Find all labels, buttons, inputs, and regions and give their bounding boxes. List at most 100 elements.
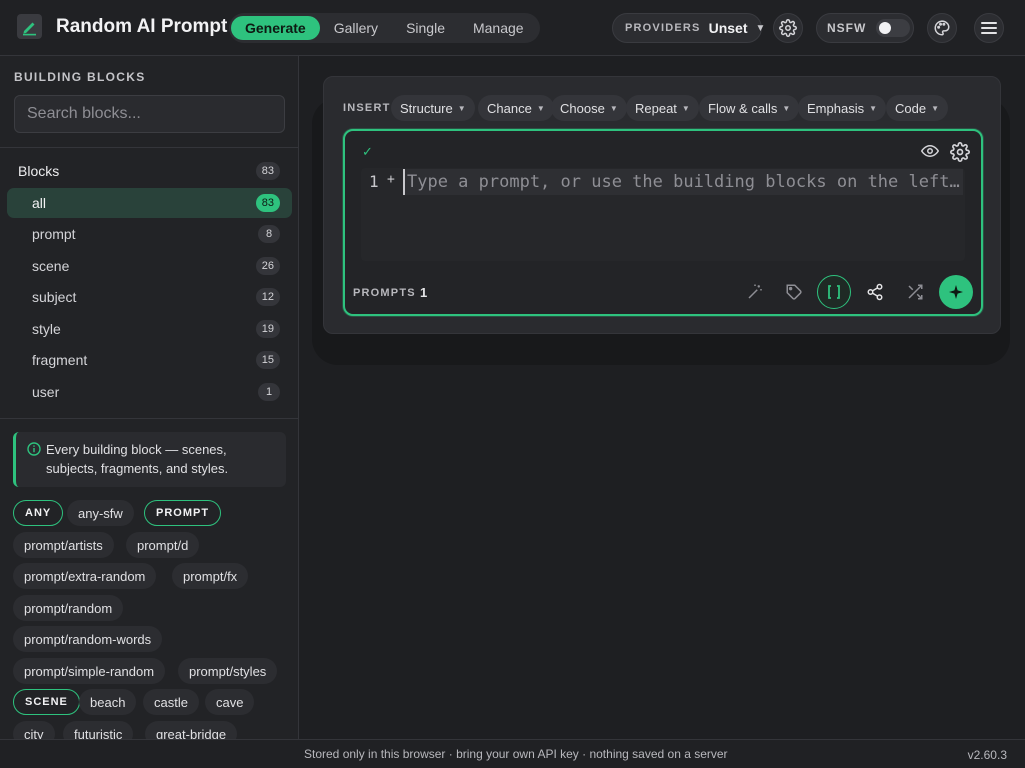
valid-check-icon: ✓ (362, 144, 373, 159)
menu-label: Choose (560, 100, 605, 116)
block-item-subject[interactable]: subject 12 (7, 282, 292, 312)
tag-chip[interactable]: prompt/artists (13, 532, 114, 558)
block-item-user[interactable]: user 1 (7, 377, 292, 407)
share-button[interactable] (858, 275, 892, 309)
tag-chip[interactable]: prompt/random-words (13, 626, 163, 652)
block-label: subject (32, 289, 77, 305)
brackets-button[interactable] (817, 275, 851, 309)
code-area[interactable]: 1 + Type a prompt, or use the building b… (361, 168, 965, 261)
tag-chip[interactable]: futuristic (63, 721, 134, 739)
tag-chip[interactable]: prompt/styles (178, 658, 278, 684)
prompt-builder-card: INSERT Structure ▼ Chance ▼ Choose ▼ Repeat… (323, 76, 1001, 334)
block-label: scene (32, 258, 70, 274)
gear-icon (779, 19, 797, 37)
block-item-all[interactable]: all 83 (7, 188, 292, 218)
tag-button[interactable] (777, 275, 811, 309)
block-count: 12 (255, 288, 280, 306)
prompt-input-line[interactable]: Type a prompt, or use the building block… (403, 169, 963, 195)
nsfw-switch[interactable] (876, 19, 911, 37)
tag-chip[interactable]: beach (79, 689, 137, 715)
chevron-down-icon: ▼ (609, 103, 618, 113)
block-count: 19 (255, 320, 280, 338)
tag-chip[interactable]: city (13, 721, 55, 739)
nsfw-toggle[interactable]: NSFW (816, 13, 914, 43)
insert-repeat-menu[interactable]: Repeat ▼ (626, 95, 699, 121)
block-label: all (32, 195, 47, 211)
info-callout: Every building block — scenes, subjects,… (13, 432, 286, 487)
version-label: v2.60.3 (967, 748, 1007, 762)
generate-button[interactable] (939, 275, 973, 309)
sparkle-icon (949, 285, 963, 299)
eye-icon[interactable] (921, 142, 939, 160)
tag-chip[interactable]: great-bridge (145, 721, 238, 739)
tag-icon (786, 284, 802, 300)
theme-button[interactable] (927, 13, 957, 43)
providers-dropdown[interactable]: PROVIDERS Unset ▼ (612, 13, 765, 43)
insert-chance-menu[interactable]: Chance ▼ (478, 95, 554, 121)
insert-choose-menu[interactable]: Choose ▼ (551, 95, 627, 121)
menu-label: Repeat (635, 100, 677, 116)
insert-code-menu[interactable]: Code ▼ (886, 95, 948, 121)
line-fold-plus[interactable]: + (387, 172, 395, 187)
blocks-total-count: 83 (255, 162, 280, 180)
chevron-down-icon: ▼ (931, 103, 939, 113)
tag-chip[interactable]: prompt/fx (172, 563, 249, 589)
block-label: prompt (32, 226, 76, 242)
enhance-button[interactable] (738, 275, 772, 309)
menu-button[interactable] (974, 13, 1004, 43)
chevron-down-icon: ▼ (536, 103, 545, 113)
block-label: user (32, 384, 60, 400)
insert-structure-menu[interactable]: Structure ▼ (391, 95, 475, 121)
palette-icon (934, 20, 950, 36)
gear-icon[interactable] (950, 142, 970, 162)
sidebar-heading: BUILDING BLOCKS (14, 70, 146, 84)
menu-label: Code (895, 100, 927, 116)
block-label: fragment (32, 352, 88, 368)
magic-wand-icon (748, 284, 762, 299)
switch-knob (879, 22, 892, 34)
tag-chip[interactable]: prompt/d (126, 532, 200, 558)
blocks-header: Blocks 83 (18, 162, 280, 180)
insert-flow-calls-menu[interactable]: Flow & calls ▼ (699, 95, 800, 121)
main-nav: Generate Gallery Single Manage (229, 13, 540, 43)
nsfw-label: NSFW (827, 21, 867, 35)
footer: Stored only in this browser · bring your… (0, 739, 1025, 768)
tab-manage[interactable]: Manage (459, 16, 538, 40)
shuffle-button[interactable] (898, 275, 932, 309)
insert-label: INSERT (343, 102, 391, 114)
blocks-title: Blocks (18, 163, 60, 179)
block-item-fragment[interactable]: fragment 15 (7, 345, 292, 375)
tag-group-prompt[interactable]: PROMPT (144, 500, 222, 526)
tag-chip[interactable]: prompt/random (13, 595, 124, 621)
app-title: Random AI Prompt (56, 16, 228, 37)
pencil-logo-icon (17, 14, 42, 39)
tag-chip[interactable]: any-sfw (67, 500, 134, 526)
tag-chip[interactable]: prompt/extra-random (13, 563, 157, 589)
chevron-down-icon: ▼ (457, 103, 466, 113)
prompt-editor[interactable]: ✓ 1 + Type a prompt, or use the building… (343, 129, 983, 316)
settings-button[interactable] (773, 13, 803, 43)
tag-group-any[interactable]: ANY (13, 500, 64, 526)
tag-group-scene[interactable]: SCENE (13, 689, 80, 715)
block-count: 1 (258, 383, 280, 401)
tag-chip[interactable]: cave (205, 689, 255, 715)
block-item-scene[interactable]: scene 26 (7, 251, 292, 281)
menu-label: Chance (487, 100, 532, 116)
menu-label: Flow & calls (708, 100, 778, 116)
info-text: Every building block — scenes, subjects,… (46, 442, 229, 476)
blocks-list[interactable]: Blocks 83 all 83 prompt 8 scene 26 subje… (0, 147, 298, 419)
tab-generate[interactable]: Generate (231, 16, 320, 40)
tab-single[interactable]: Single (392, 16, 459, 40)
tag-chip[interactable]: prompt/simple-random (13, 658, 166, 684)
block-item-style[interactable]: style 19 (7, 314, 292, 344)
shuffle-icon (908, 284, 923, 300)
prompts-label: PROMPTS (353, 287, 416, 299)
tag-chip[interactable]: castle (143, 689, 199, 715)
top-bar: Random AI Prompt Generate Gallery Single… (0, 0, 1025, 56)
search-blocks-input[interactable] (14, 95, 285, 133)
block-item-prompt[interactable]: prompt 8 (7, 219, 292, 249)
tab-gallery[interactable]: Gallery (320, 16, 392, 40)
share-icon (867, 283, 883, 301)
insert-emphasis-menu[interactable]: Emphasis ▼ (798, 95, 886, 121)
footer-note: Stored only in this browser · bring your… (304, 747, 728, 761)
